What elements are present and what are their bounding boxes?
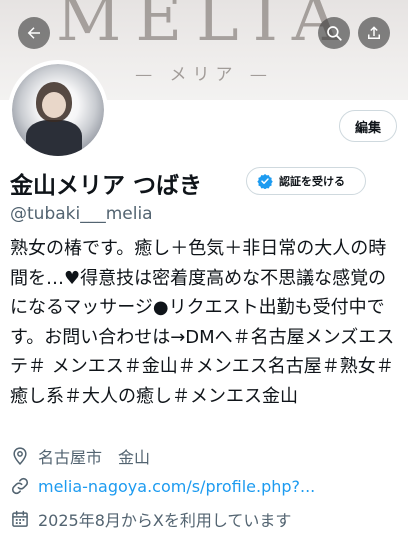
profile-bio: 熟女の椿です。癒し＋色気＋非日常の大人の時間を…♥得意技は密着度高めな不思議な感…	[10, 238, 395, 407]
joined-row: 2025年8月からXを利用しています	[10, 507, 291, 531]
avatar-body-shape	[26, 120, 82, 156]
get-verified-button[interactable]: 認証を受ける	[246, 167, 366, 195]
avatar-photo	[12, 64, 104, 156]
get-verified-label: 認証を受ける	[279, 175, 345, 188]
search-button[interactable]	[318, 17, 350, 49]
share-icon	[368, 26, 380, 39]
edit-profile-button[interactable]: 編集	[339, 110, 397, 142]
verified-badge-icon	[257, 174, 273, 189]
joined-text: 2025年8月からXを利用しています	[38, 511, 292, 530]
share-button[interactable]	[358, 17, 390, 49]
location-text: 名古屋市 金山	[38, 448, 151, 467]
display-name: 金山メリア つばき	[10, 173, 203, 199]
website-row[interactable]: melia-nagoya.com/s/profile.php?...	[10, 476, 315, 496]
calendar-icon	[12, 510, 28, 527]
website-link[interactable]: melia-nagoya.com/s/profile.php?...	[38, 477, 315, 496]
avatar-face-shape	[42, 92, 66, 118]
search-icon	[327, 26, 342, 41]
arrow-left-icon	[27, 27, 40, 39]
link-icon	[11, 477, 29, 495]
avatar[interactable]	[8, 60, 108, 160]
back-button[interactable]	[18, 17, 50, 49]
location-pin-icon	[13, 447, 27, 465]
location-row: 名古屋市 金山	[10, 444, 150, 468]
user-handle: @tubaki___melia	[10, 204, 153, 224]
